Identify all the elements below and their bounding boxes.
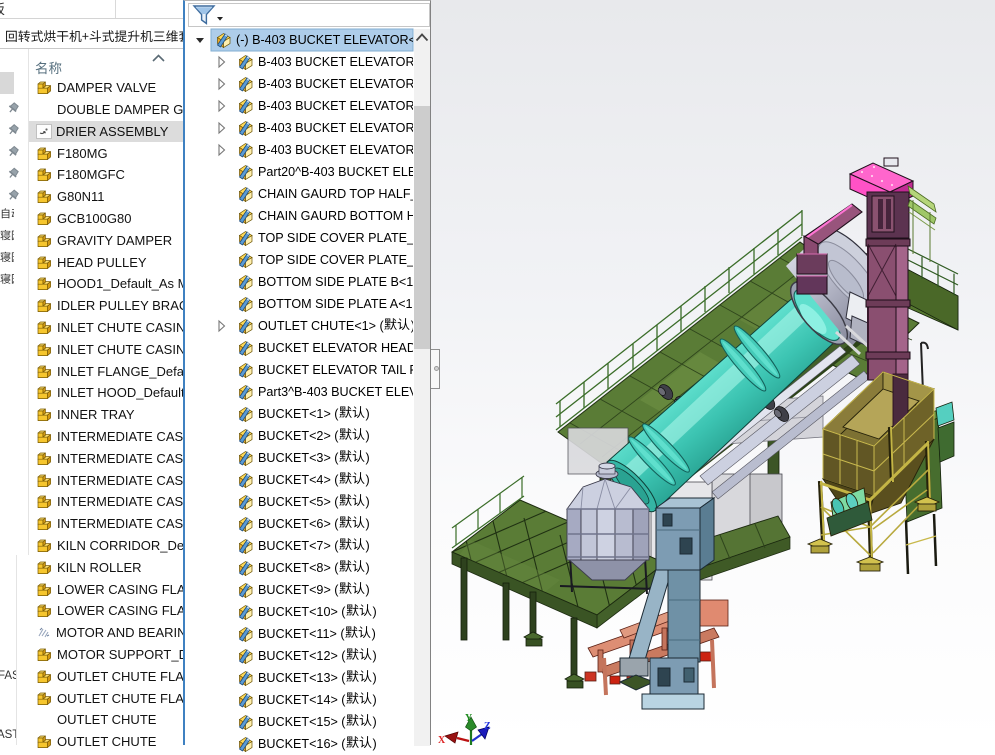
svg-text:ASTEN: ASTEN [0,729,35,741]
svg-text:Z: Z [484,721,491,732]
svg-text:FASTE: FASTE [0,670,35,682]
svg-text:Y: Y [465,713,473,724]
